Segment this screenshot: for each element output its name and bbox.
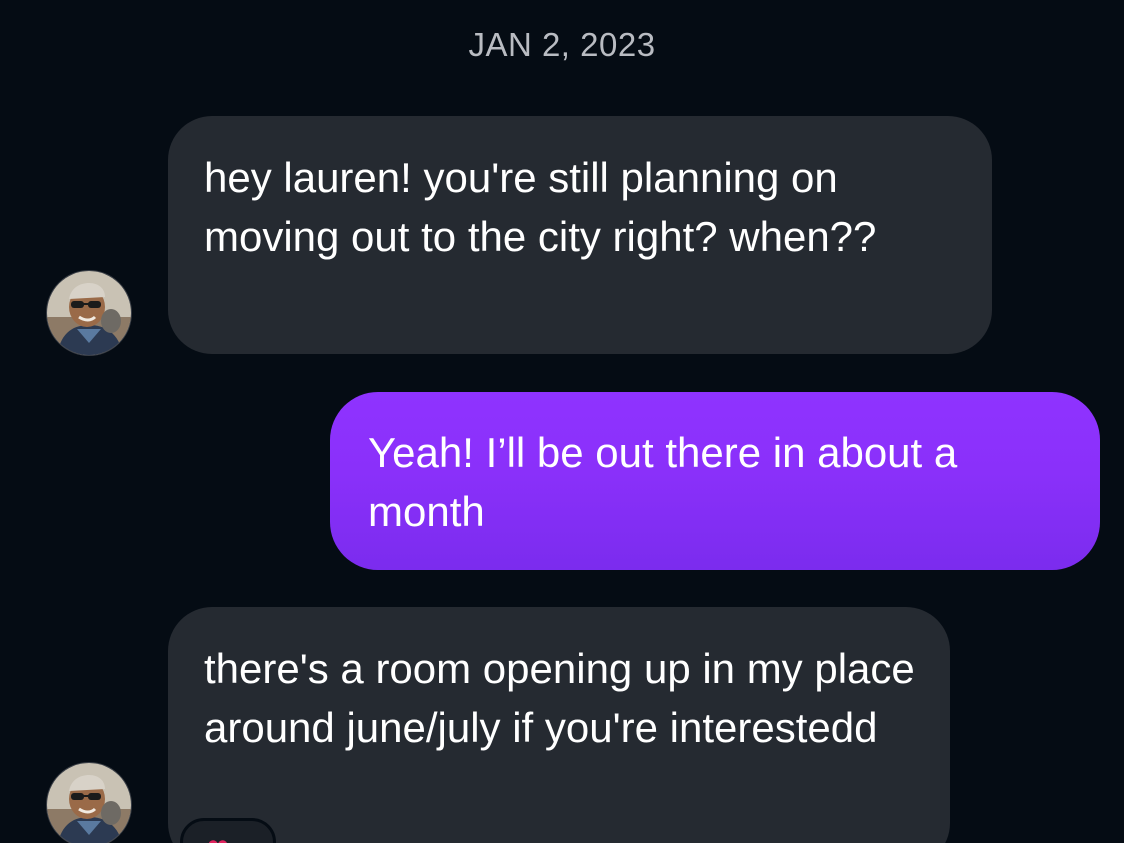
contact-avatar[interactable] <box>46 270 132 356</box>
message-text: Yeah! I’ll be out there in about a month <box>368 429 958 535</box>
heart-icon: ❤ <box>207 835 229 843</box>
date-header: JAN 2, 2023 <box>468 26 656 63</box>
contact-avatar-photo <box>47 763 131 843</box>
message-text: hey lauren! you're still planning on mov… <box>204 154 877 260</box>
message-reaction[interactable]: ❤ <box>180 818 276 843</box>
incoming-message-bubble[interactable]: hey lauren! you're still planning on mov… <box>168 116 992 354</box>
message-text: there's a room opening up in my place ar… <box>204 645 915 751</box>
outgoing-message-bubble[interactable]: Yeah! I’ll be out there in about a month <box>330 392 1100 570</box>
contact-avatar[interactable] <box>46 762 132 843</box>
incoming-message-bubble[interactable]: there's a room opening up in my place ar… <box>168 607 950 843</box>
contact-avatar-photo <box>47 271 131 355</box>
